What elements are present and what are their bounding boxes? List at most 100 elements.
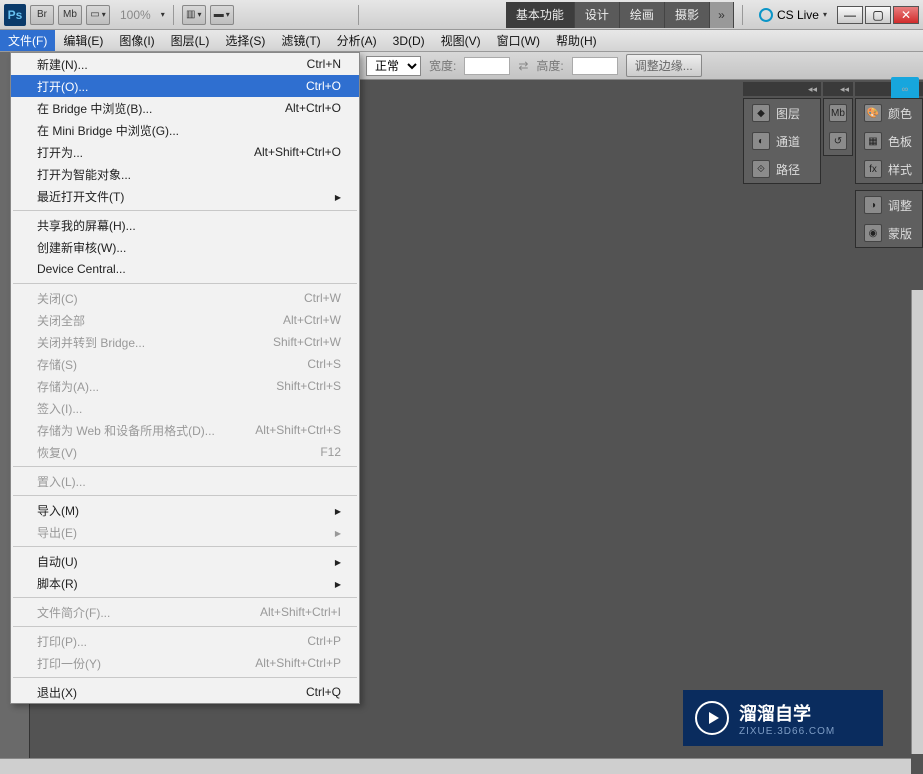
menu-bar: 文件(F) 编辑(E) 图像(I) 图层(L) 选择(S) 滤镜(T) 分析(A… [0,30,923,52]
menu-analysis[interactable]: 分析(A) [329,30,385,51]
menuitem: 关闭(C)Ctrl+W [11,287,359,309]
workspace-more[interactable]: » [710,2,734,28]
menu-filter[interactable]: 滤镜(T) [273,30,328,51]
horizontal-scrollbar[interactable] [0,758,911,774]
workspace-tabs: 基本功能 设计 绘画 摄影 » [506,2,734,28]
menu-help[interactable]: 帮助(H) [548,30,605,51]
swap-icon[interactable]: ⇄ [518,59,528,73]
panel-swatches[interactable]: ▦色板 [856,127,922,155]
bridge-button[interactable]: Br [30,5,54,25]
menuitem: 签入(I)... [11,397,359,419]
cslive-icon [759,8,773,22]
menuitem[interactable]: Device Central... [11,258,359,280]
cslive-button[interactable]: CS Live ▾ [759,8,827,22]
menuitem[interactable]: 在 Mini Bridge 中浏览(G)... [11,119,359,141]
maximize-button[interactable]: ▢ [865,6,891,24]
menuitem[interactable]: 共享我的屏幕(H)... [11,214,359,236]
watermark: 溜溜自学 ZIXUE.3D66.COM [683,690,883,746]
screen-mode-button[interactable]: ▭▾ [86,5,110,25]
close-button[interactable]: ✕ [893,6,919,24]
menuitem: 导出(E) [11,521,359,543]
menu-layer[interactable]: 图层(L) [163,30,218,51]
menu-3d[interactable]: 3D(D) [385,30,433,51]
panel-adjustments[interactable]: ◑调整 [856,191,922,219]
channels-icon: ◐ [752,132,770,150]
panel-group-adjust: ◑调整 ◉蒙版 [855,190,923,248]
menuitem[interactable]: 自动(U) [11,550,359,572]
app-toolbar: Ps Br Mb ▭▾ 100% ▾ ▥▾ ▬▾ 基本功能 设计 绘画 摄影 »… [0,0,923,30]
panel-color[interactable]: 🎨颜色 [856,99,922,127]
menuitem: 存储(S)Ctrl+S [11,353,359,375]
menuitem[interactable]: 最近打开文件(T) [11,185,359,207]
menu-edit[interactable]: 编辑(E) [55,30,111,51]
workspace-tab-photography[interactable]: 摄影 [665,2,710,28]
menuitem: 打印(P)...Ctrl+P [11,630,359,652]
collapse-icon[interactable]: ◂◂ [808,84,817,95]
menuitem: 存储为 Web 和设备所用格式(D)...Alt+Shift+Ctrl+S [11,419,359,441]
menuitem: 文件简介(F)...Alt+Shift+Ctrl+I [11,601,359,623]
panel-styles[interactable]: fx样式 [856,155,922,183]
options-bar: 正常 宽度: ⇄ 高度: 调整边缘... [360,52,923,80]
history-icon: ↺ [829,132,847,150]
workspace-tab-essentials[interactable]: 基本功能 [506,2,575,28]
height-input[interactable] [572,57,618,75]
arrange-button[interactable]: ▬▾ [210,5,234,25]
panel-group-color: 🎨颜色 ▦色板 fx样式 [855,98,923,184]
file-dropdown: 新建(N)...Ctrl+N打开(O)...Ctrl+O在 Bridge 中浏览… [10,52,360,704]
menuitem: 置入(L)... [11,470,359,492]
width-input[interactable] [464,57,510,75]
menu-image[interactable]: 图像(I) [111,30,162,51]
blend-mode-select[interactable]: 正常 [366,56,421,76]
right-dock: ◂◂ ◆图层 ◐通道 ⟐路径 ◂◂ Mb ↺ ∞ 🎨颜色 ▦色板 fx样式 ◑调… [743,82,923,248]
menuitem: 关闭全部Alt+Ctrl+W [11,309,359,331]
menuitem: 存储为(A)...Shift+Ctrl+S [11,375,359,397]
window-controls: — ▢ ✕ [837,6,919,24]
layers-icon: ◆ [752,104,770,122]
ps-logo: Ps [4,4,26,26]
mb-icon: Mb [829,104,847,122]
mask-icon: ◉ [864,224,882,242]
panel-layers[interactable]: ◆图层 [744,99,820,127]
menu-file[interactable]: 文件(F) [0,30,55,51]
menuitem[interactable]: 导入(M) [11,499,359,521]
refine-edge-button[interactable]: 调整边缘... [626,54,702,77]
extras-button[interactable]: ▥▾ [182,5,206,25]
panel-paths[interactable]: ⟐路径 [744,155,820,183]
styles-icon: fx [864,160,882,178]
panel-group-mini: Mb ↺ [823,98,853,156]
menu-window[interactable]: 窗口(W) [489,30,548,51]
menuitem[interactable]: 新建(N)...Ctrl+N [11,53,359,75]
menuitem: 打印一份(Y)Alt+Shift+Ctrl+P [11,652,359,674]
workspace-tab-painting[interactable]: 绘画 [620,2,665,28]
panel-masks[interactable]: ◉蒙版 [856,219,922,247]
vertical-scrollbar[interactable] [911,290,923,754]
watermark-title: 溜溜自学 [739,700,835,726]
menuitem[interactable]: 打开(O)...Ctrl+O [11,75,359,97]
width-label: 宽度: [429,57,456,74]
swatches-icon: ▦ [864,132,882,150]
minibridge-button[interactable]: Mb [58,5,82,25]
menu-view[interactable]: 视图(V) [433,30,489,51]
menuitem[interactable]: 退出(X)Ctrl+Q [11,681,359,703]
panel-channels[interactable]: ◐通道 [744,127,820,155]
color-icon: 🎨 [864,104,882,122]
minimize-button[interactable]: — [837,6,863,24]
collapse-icon[interactable]: ◂◂ [840,84,849,95]
panel-history[interactable]: ↺ [824,127,852,155]
menuitem[interactable]: 打开为...Alt+Shift+Ctrl+O [11,141,359,163]
play-icon [695,701,729,735]
menuitem[interactable]: 打开为智能对象... [11,163,359,185]
adjust-icon: ◑ [864,196,882,214]
watermark-url: ZIXUE.3D66.COM [739,726,835,737]
menuitem[interactable]: 在 Bridge 中浏览(B)...Alt+Ctrl+O [11,97,359,119]
menuitem: 恢复(V)F12 [11,441,359,463]
menuitem[interactable]: 创建新审核(W)... [11,236,359,258]
workspace-tab-design[interactable]: 设计 [575,2,620,28]
menuitem[interactable]: 脚本(R) [11,572,359,594]
height-label: 高度: [536,57,563,74]
paths-icon: ⟐ [752,160,770,178]
panel-group-layers: ◆图层 ◐通道 ⟐路径 [743,98,821,184]
menu-select[interactable]: 选择(S) [217,30,273,51]
panel-navigator[interactable]: Mb [824,99,852,127]
zoom-level[interactable]: 100% [120,8,151,22]
